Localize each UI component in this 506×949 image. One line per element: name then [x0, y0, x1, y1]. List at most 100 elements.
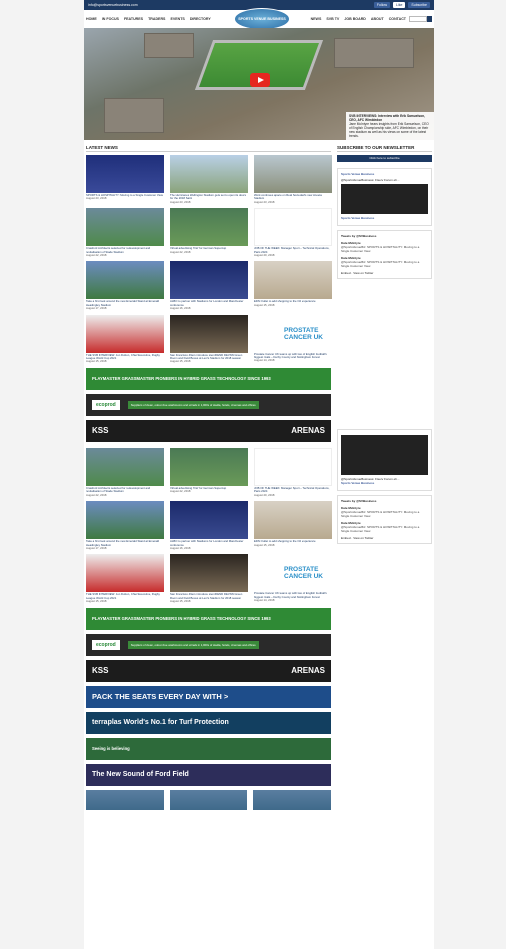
embed-link[interactable]: Embed [341, 271, 351, 275]
hero-caption[interactable]: SVB INTERVIEWS: Interview with Erik Samu… [346, 112, 434, 140]
subscribe-button[interactable]: Click here to subscribe [337, 155, 432, 162]
top-link-like[interactable]: Like [393, 2, 406, 8]
news-image[interactable] [86, 314, 164, 353]
news-card[interactable]: PROSTATE CANCER UK Prostate Cancer UK team… [254, 554, 332, 603]
news-card[interactable]: EDN Outlet to add shopping to the O2 exp… [254, 501, 332, 550]
play-icon[interactable] [250, 73, 270, 87]
news-image[interactable] [254, 447, 332, 486]
news-card[interactable]: Take a first look around the new Emerald… [86, 501, 164, 550]
news-image[interactable] [254, 501, 332, 540]
news-image[interactable] [86, 501, 164, 540]
nav-contact[interactable]: CONTACT [389, 17, 406, 21]
news-card[interactable]: THE SVB INTERVIEW: Jon Dutton, Chief Exe… [86, 314, 164, 364]
embed-link[interactable]: Embed [341, 536, 351, 540]
news-card[interactable]: Crawford Architects selected for redevel… [86, 447, 164, 497]
news-image[interactable] [254, 208, 332, 247]
hero-video[interactable]: SVB INTERVIEWS: Interview with Erik Samu… [84, 28, 434, 140]
nav-traders[interactable]: TRADERS [148, 17, 165, 21]
news-card[interactable]: JOB OF THE WEEK: Manager Sport – Technic… [254, 447, 332, 497]
news-card[interactable]: EDN Outlet to add shopping to the O2 exp… [254, 261, 332, 310]
news-card[interactable]: SPORTS & HOSPITALITY: Moving to a Single… [86, 155, 164, 204]
nav-job-board[interactable]: JOB BOARD [344, 17, 366, 21]
news-image[interactable] [170, 447, 248, 486]
tweet[interactable]: Kate McIntyre @SportsVenueBiz: SPORTS & H… [341, 256, 428, 268]
bottom-thumb[interactable] [169, 789, 248, 810]
search-input[interactable] [409, 16, 427, 22]
fb-page-name[interactable]: Sports Venue Business [341, 172, 428, 176]
hero-caption-title[interactable]: SVB INTERVIEWS: Interview with Erik Samu… [349, 114, 431, 122]
news-card[interactable]: ALBO to partner with Stadiums for London… [170, 261, 248, 310]
pack-the-seats-banner[interactable]: PACK THE SEATS EVERY DAY WITH > [86, 685, 331, 708]
news-image[interactable] [170, 501, 248, 540]
news-date: August 15, 2018 [170, 599, 191, 604]
site-logo[interactable]: SPORTS VENUE BUSINESS [234, 8, 290, 30]
nav-home[interactable]: HOME [86, 17, 97, 21]
tweets-by[interactable]: by @SVBusiness [352, 499, 377, 503]
news-image[interactable] [170, 261, 248, 300]
news-image[interactable] [170, 314, 248, 353]
news-image[interactable] [86, 261, 164, 300]
kss-banner[interactable]: KSS ARENAS [86, 419, 331, 442]
nav-about[interactable]: ABOUT [371, 17, 384, 21]
ecoprod-logo: ecoprod [92, 639, 120, 650]
prostate-cancer-logo[interactable]: PROSTATE CANCER UK [254, 554, 332, 592]
nav-right: NEWS SVB TV JOB BOARD ABOUT CONTACT [311, 17, 406, 21]
ecoprod-message: Suppliers of clean, odour-free washrooms… [127, 640, 259, 649]
top-link-follow[interactable]: Follow [373, 2, 390, 8]
search-icon[interactable] [427, 16, 432, 22]
news-card[interactable]: PROSTATE CANCER UK Prostate Cancer UK team… [254, 315, 332, 364]
top-email[interactable]: info@sportsvenuebusiness.com [88, 3, 138, 7]
news-image[interactable] [254, 155, 332, 193]
bottom-thumb[interactable] [253, 789, 332, 810]
news-image[interactable] [170, 155, 248, 193]
news-date: August 22, 2018 [170, 489, 191, 494]
news-card[interactable]: Virtual advertising 'first' for German S… [170, 447, 248, 497]
ford-field-banner[interactable]: The New Sound of Ford Field [86, 763, 331, 786]
nav-in-focus[interactable]: IN FOCUS [102, 17, 119, 21]
news-card[interactable]: Crawford Architects selected for redevel… [86, 208, 164, 257]
nav-news[interactable]: NEWS [311, 17, 322, 21]
news-image[interactable] [86, 208, 164, 247]
news-card[interactable]: Take a first look around the new Emerald… [86, 261, 164, 310]
news-image[interactable] [254, 261, 332, 300]
nav-events[interactable]: EVENTS [170, 17, 184, 21]
news-card[interactable]: The Hurricanes Wellington Stadium gets s… [170, 155, 248, 204]
seeing-believing-banner[interactable]: Seeing is believing [86, 737, 331, 760]
nav-features[interactable]: FEATURES [124, 17, 143, 21]
twitter-footer: Embed · View on Twitter [341, 536, 374, 540]
fb-page-name[interactable]: Sports Venue Business [341, 216, 428, 220]
ecoprod-banner[interactable]: ecoprod Suppliers of clean, odour-free wa… [86, 393, 331, 416]
nav-svb-tv[interactable]: SVB TV [326, 17, 339, 21]
news-card[interactable]: Work continues apace on Real Sociedad's … [254, 155, 332, 204]
prostate-cancer-logo[interactable]: PROSTATE CANCER UK [254, 315, 332, 353]
tweets-label: Tweets [341, 499, 351, 503]
news-card[interactable]: San Francisco 49ers introduce stemFIEND … [170, 314, 248, 364]
fb-post-image[interactable] [341, 184, 428, 214]
fb-page-name[interactable]: Sports Venue Business [341, 481, 428, 485]
terraplas-banner[interactable]: terraplas World's No.1 for Turf Protecti… [86, 711, 331, 734]
fb-post-image[interactable] [341, 435, 428, 475]
news-card[interactable]: San Francisco 49ers introduce stemFIEND … [170, 554, 248, 603]
tweet[interactable]: Kate McIntyre @SportsVenueBiz: SPORTS & H… [341, 521, 428, 533]
ecoprod-banner[interactable]: ecoprod Suppliers of clean, odour-free wa… [86, 633, 331, 656]
news-card[interactable]: THE SVB INTERVIEW: Jon Dutton, Chief Exe… [86, 554, 164, 603]
kss-banner[interactable]: KSS ARENAS [86, 659, 331, 682]
news-image[interactable] [170, 554, 248, 593]
news-card[interactable]: JOB OF THE WEEK: Manager Sport – Technic… [254, 208, 332, 257]
nav-directory[interactable]: DIRECTORY [190, 17, 211, 21]
tweet[interactable]: Kate McIntyre @SportsVenueBiz: SPORTS & H… [341, 241, 428, 253]
news-image[interactable] [86, 447, 164, 486]
news-image[interactable] [86, 554, 164, 593]
news-card[interactable]: Virtual advertising 'first' for German S… [170, 208, 248, 257]
news-image[interactable] [86, 155, 164, 193]
tweets-by[interactable]: by @SVBusiness [352, 234, 377, 238]
top-link-subscribe[interactable]: Subscribe [408, 2, 430, 8]
view-on-twitter-link[interactable]: View on Twitter [353, 271, 373, 275]
playmaster-banner[interactable]: PLAYMASTER GRASSMASTER PIONEERS IN HYBRI… [86, 367, 331, 390]
view-on-twitter-link[interactable]: View on Twitter [353, 536, 373, 540]
bottom-thumb[interactable] [86, 789, 164, 810]
playmaster-banner[interactable]: PLAYMASTER GRASSMASTER PIONEERS IN HYBRI… [86, 607, 331, 630]
news-card[interactable]: ALBO to partner with Stadiums for London… [170, 501, 248, 550]
tweet[interactable]: Kate McIntyre @SportsVenueBiz: SPORTS & H… [341, 506, 428, 518]
news-image[interactable] [170, 208, 248, 247]
